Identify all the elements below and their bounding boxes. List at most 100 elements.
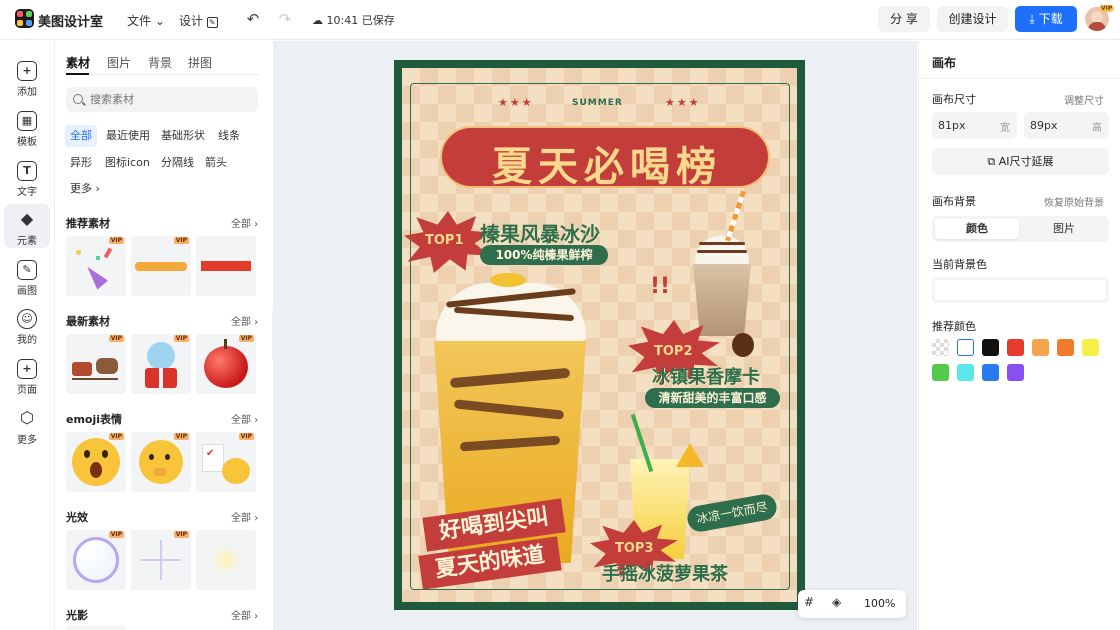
material-thumb-bubble[interactable]: VIP (66, 530, 126, 590)
color-swatch[interactable] (1007, 339, 1024, 356)
chevron-down-icon: ⌄ (154, 14, 165, 28)
chip-arrows[interactable]: 箭头 (200, 152, 232, 174)
chevron-right-icon: › (95, 182, 100, 195)
section-title-light-effects: 光效 (66, 511, 88, 524)
tab-collage[interactable]: 拼图 (188, 54, 212, 71)
section-all-light-effects[interactable]: 全部 › (231, 509, 258, 524)
panel-title: 画布 (932, 56, 957, 70)
color-swatch[interactable] (1032, 339, 1049, 356)
download-button[interactable]: ⤓ 下载 (1015, 6, 1077, 32)
chevron-right-icon: › (254, 513, 259, 524)
nav-more-label: 更多 (17, 435, 37, 446)
section-all-emoji[interactable]: 全部 › (231, 411, 258, 426)
file-menu[interactable]: 文件 ⌄ (127, 12, 165, 29)
tab-image[interactable]: 图片 (1022, 219, 1106, 239)
height-input[interactable] (1030, 117, 1085, 134)
create-design-button[interactable]: 创建设计 (937, 6, 1008, 32)
redo-icon[interactable]: ↷ (276, 10, 294, 28)
height-field[interactable]: 高 (1024, 112, 1109, 139)
section-all-recommended[interactable]: 全部 › (231, 215, 258, 230)
material-thumb-partial[interactable] (66, 626, 126, 630)
chip-basic-shapes[interactable]: 基础形状 (156, 125, 210, 147)
poster-canvas[interactable]: ★★★ SUMMER ★★★ 夏天必喝榜 TOP1 榛果风暴冰沙 100%纯榛果… (394, 60, 805, 610)
ai-extend-button[interactable]: ⧉ AI尺寸延展 (932, 148, 1109, 175)
chip-more-label: 更多 (70, 182, 92, 195)
download-icon: ⤓ (1029, 12, 1035, 26)
width-field[interactable]: 宽 (932, 112, 1017, 139)
section-title-emoji: emoji表情 (66, 413, 123, 426)
nav-draw-label: 画图 (17, 286, 37, 297)
layers-icon[interactable]: ◈ (832, 595, 841, 609)
emoji-thumb-thinking[interactable]: VIP (131, 432, 191, 492)
chip-recent[interactable]: 最近使用 (101, 125, 155, 147)
ai-resize-icon: ⧉ (987, 155, 996, 168)
color-swatch[interactable] (957, 364, 974, 381)
current-bg-label: 当前背景色 (932, 258, 987, 271)
nav-elements[interactable]: ◆ 元素 (4, 204, 50, 248)
current-bg-color-field[interactable] (932, 277, 1109, 303)
tab-material[interactable]: 素材 (66, 54, 90, 71)
color-swatch[interactable] (957, 339, 974, 356)
tab-background[interactable]: 背景 (148, 54, 172, 71)
color-swatch[interactable] (982, 339, 999, 356)
search-box[interactable] (66, 87, 258, 112)
material-thumb-glow[interactable] (196, 530, 256, 590)
tab-divider (66, 74, 260, 75)
material-thumb-apple[interactable]: VIP (196, 334, 256, 394)
nav-pages[interactable]: + 页面 (4, 353, 50, 397)
top-bar: 美图设计室 文件 ⌄ 设计 ✎ ↶ ↷ ☁ 10:41 已保存 分 享 创建设计… (0, 0, 1120, 40)
material-thumb-sparkle[interactable]: VIP (131, 530, 191, 590)
canvas-area[interactable]: ★★★ SUMMER ★★★ 夏天必喝榜 TOP1 榛果风暴冰沙 100%纯榛果… (273, 41, 917, 630)
nav-draw[interactable]: ✎ 画图 (4, 254, 50, 298)
adjust-size-link[interactable]: 调整尺寸 (1064, 92, 1104, 107)
color-swatch[interactable] (1007, 364, 1024, 381)
material-thumb-snow-globe[interactable]: VIP (131, 334, 191, 394)
vip-badge: VIP (108, 335, 124, 342)
search-icon (73, 94, 83, 104)
chip-icons[interactable]: 图标icon (100, 152, 155, 174)
material-thumb-sleigh[interactable]: VIP (66, 334, 126, 394)
section-all-label: 全部 (231, 513, 251, 524)
tab-color[interactable]: 颜色 (935, 219, 1019, 239)
ai-extend-label: AI尺寸延展 (998, 155, 1054, 168)
app-title[interactable]: 美图设计室 (38, 11, 103, 30)
design-menu[interactable]: 设计 ✎ (179, 12, 218, 29)
nav-mine[interactable]: ☺ 我的 (4, 303, 50, 347)
undo-icon[interactable]: ↶ (244, 10, 262, 28)
chevron-right-icon: › (254, 415, 259, 426)
nav-more[interactable]: ⬡ 更多 (4, 403, 50, 447)
material-thumb-red-bar[interactable] (196, 236, 256, 296)
material-thumb-party-popper[interactable]: VIP (66, 236, 126, 296)
chip-dividers[interactable]: 分隔线 (156, 152, 199, 174)
section-all-newest[interactable]: 全部 › (231, 313, 258, 328)
chip-all[interactable]: 全部 (65, 125, 97, 147)
section-all-light-shadow[interactable]: 全部 › (231, 607, 258, 622)
chip-more[interactable]: 更多 › (65, 178, 105, 200)
color-swatch[interactable] (932, 339, 949, 356)
width-unit: 宽 (1000, 123, 1010, 134)
search-input[interactable] (90, 91, 250, 108)
chip-lines[interactable]: 线条 (213, 125, 245, 147)
top2-desc: 清新甜美的丰富口感 (645, 388, 780, 408)
vip-badge: VIP (173, 433, 189, 440)
draw-icon: ✎ (17, 260, 37, 280)
material-thumb-brush-stroke[interactable]: VIP (131, 236, 191, 296)
nav-text[interactable]: T 文字 (4, 155, 50, 199)
nav-add[interactable]: + 添加 (4, 55, 50, 99)
color-swatch[interactable] (932, 364, 949, 381)
app-logo-icon[interactable] (15, 9, 34, 28)
chip-irregular[interactable]: 异形 (65, 152, 97, 174)
emoji-thumb-checklist[interactable]: ✔ VIP (196, 432, 256, 492)
width-input[interactable] (938, 117, 993, 134)
color-swatch[interactable] (1057, 339, 1074, 356)
divider (919, 78, 1120, 79)
tab-images[interactable]: 图片 (107, 54, 131, 71)
grid-icon[interactable]: # (804, 595, 814, 609)
restore-bg-link[interactable]: 恢复原始背景 (1044, 194, 1104, 209)
share-button[interactable]: 分 享 (878, 6, 930, 32)
zoom-level[interactable]: 100% (864, 597, 895, 610)
emoji-thumb-shocked[interactable]: VIP (66, 432, 126, 492)
nav-template[interactable]: ▦ 模板 (4, 105, 50, 149)
color-swatch[interactable] (982, 364, 999, 381)
color-swatch[interactable] (1082, 339, 1099, 356)
